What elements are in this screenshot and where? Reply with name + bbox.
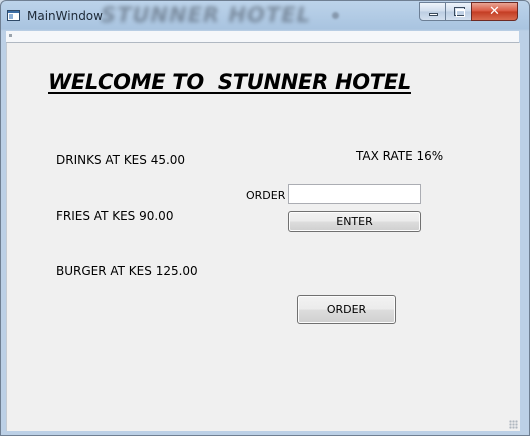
page-title: WELCOME TO STUNNER HOTEL xyxy=(48,70,411,94)
minimize-icon xyxy=(429,13,438,16)
menu-item-fries: FRIES AT KES 90.00 xyxy=(56,209,174,223)
titlebar-blurred-text: STUNNER HOTEL xyxy=(101,3,311,27)
menu-item-drinks: DRINKS AT KES 45.00 xyxy=(56,153,186,167)
close-button[interactable]: ✕ xyxy=(471,2,518,21)
window-title: MainWindow xyxy=(27,9,103,23)
app-window-icon[interactable] xyxy=(7,10,20,21)
titlebar-blurred-dot xyxy=(332,12,339,19)
size-grip-icon[interactable] xyxy=(509,420,518,429)
order-field-label: ORDER xyxy=(246,189,286,202)
minimize-button[interactable] xyxy=(419,2,446,21)
maximize-button[interactable] xyxy=(445,2,472,21)
enter-button[interactable]: ENTER xyxy=(288,211,421,232)
central-widget: WELCOME TO STUNNER HOTEL DRINKS AT KES 4… xyxy=(6,43,520,431)
close-icon: ✕ xyxy=(489,4,500,19)
menu-item-burger: BURGER AT KES 125.00 xyxy=(56,264,198,278)
menu-bar[interactable] xyxy=(6,31,519,43)
menubar-grip-icon xyxy=(9,34,12,37)
main-window: MainWindow STUNNER HOTEL ✕ WELCOME TO ST… xyxy=(0,0,530,436)
tax-rate-label: TAX RATE 16% xyxy=(356,149,444,163)
order-button[interactable]: ORDER xyxy=(297,295,396,324)
order-input[interactable] xyxy=(288,184,421,204)
maximize-icon xyxy=(454,7,465,17)
title-bar[interactable]: MainWindow STUNNER HOTEL ✕ xyxy=(1,1,529,31)
